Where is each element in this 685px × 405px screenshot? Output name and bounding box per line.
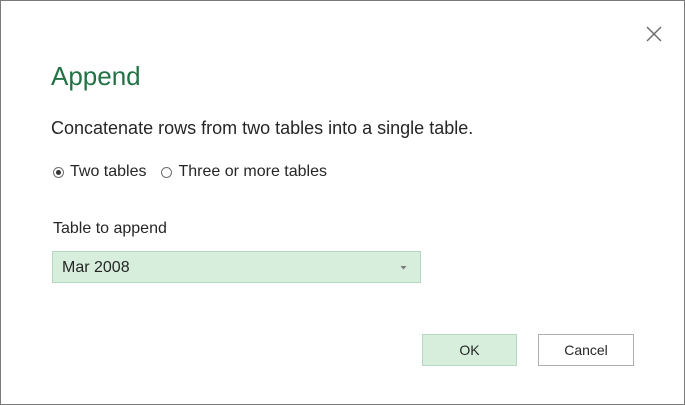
append-dialog: Append Concatenate rows from two tables …: [0, 0, 685, 405]
table-to-append-value: Mar 2008: [62, 259, 130, 276]
radio-three-or-more-tables-label: Three or more tables: [178, 163, 327, 180]
cancel-button[interactable]: Cancel: [538, 334, 634, 366]
dialog-description: Concatenate rows from two tables into a …: [51, 118, 474, 138]
close-icon: [646, 26, 662, 42]
table-to-append-label: Table to append: [53, 220, 167, 237]
radio-three-or-more-tables[interactable]: Three or more tables: [161, 163, 327, 181]
radio-button-checked-icon[interactable]: [53, 166, 64, 178]
ok-button[interactable]: OK: [422, 334, 517, 366]
radio-two-tables-label: Two tables: [70, 163, 147, 180]
table-to-append-dropdown[interactable]: Mar 2008: [52, 251, 421, 283]
radio-two-tables[interactable]: Two tables: [53, 163, 146, 181]
radio-button-unchecked-icon[interactable]: [161, 166, 173, 178]
dialog-title: Append: [51, 61, 141, 91]
append-mode-radio-group: Two tables Three or more tables: [53, 162, 327, 182]
close-button[interactable]: [639, 19, 669, 49]
dropdown-arrow-icon: [399, 265, 408, 271]
